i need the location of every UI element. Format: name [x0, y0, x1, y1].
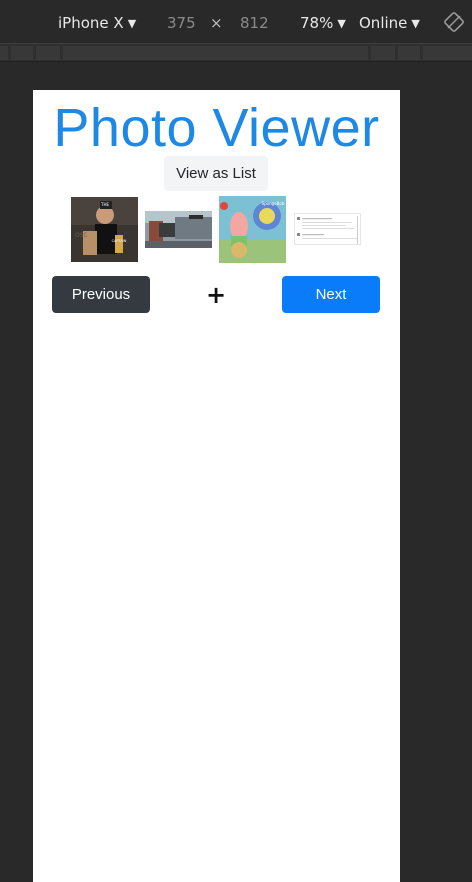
device-viewport: Photo Viewer View as List THE CAPTAIN OS…	[33, 90, 400, 882]
svg-text:OSC: OSC	[75, 232, 88, 239]
dimension-separator: ×	[210, 14, 223, 32]
device-name: iPhone X	[58, 14, 124, 32]
chevron-down-icon: ▼	[411, 17, 420, 30]
thumbnail-caption: CAPTAIN	[112, 239, 127, 243]
photo-thumbnail[interactable]	[294, 213, 361, 245]
previous-button[interactable]: Previous	[52, 276, 150, 313]
photo-thumbnail[interactable]: THE CAPTAIN OSC	[71, 197, 138, 262]
chevron-down-icon: ▼	[337, 17, 346, 30]
page-title: Photo Viewer	[53, 98, 380, 158]
network-value: Online	[359, 14, 408, 32]
thumbnail-caption: SpongeBob	[262, 201, 285, 206]
chevron-down-icon: ▼	[127, 17, 137, 30]
thumbnail-image	[145, 211, 212, 248]
media-query-ruler	[0, 44, 472, 62]
thumbnail-image: THE CAPTAIN OSC	[71, 197, 138, 262]
next-button[interactable]: Next	[282, 276, 380, 313]
rotate-icon[interactable]	[444, 12, 464, 32]
photo-thumbnail[interactable]: SpongeBob	[219, 196, 286, 263]
photo-thumbnail[interactable]	[145, 211, 212, 248]
add-photo-button[interactable]: +	[203, 280, 229, 310]
zoom-selector[interactable]: 78% ▼	[300, 14, 346, 32]
zoom-value: 78%	[300, 14, 334, 32]
thumbnail-image	[295, 214, 360, 244]
viewport-width-input[interactable]: 375	[167, 14, 196, 32]
view-as-list-button[interactable]: View as List	[164, 156, 268, 191]
thumbnail-image: SpongeBob	[219, 196, 286, 263]
viewport-height-input[interactable]: 812	[240, 14, 269, 32]
network-throttle-selector[interactable]: Online ▼	[359, 14, 420, 32]
devtools-toolbar: iPhone X ▼ 375 × 812 78% ▼ Online ▼	[0, 0, 472, 44]
thumbnail-caption: THE	[100, 202, 109, 207]
device-selector[interactable]: iPhone X ▼	[58, 14, 136, 32]
